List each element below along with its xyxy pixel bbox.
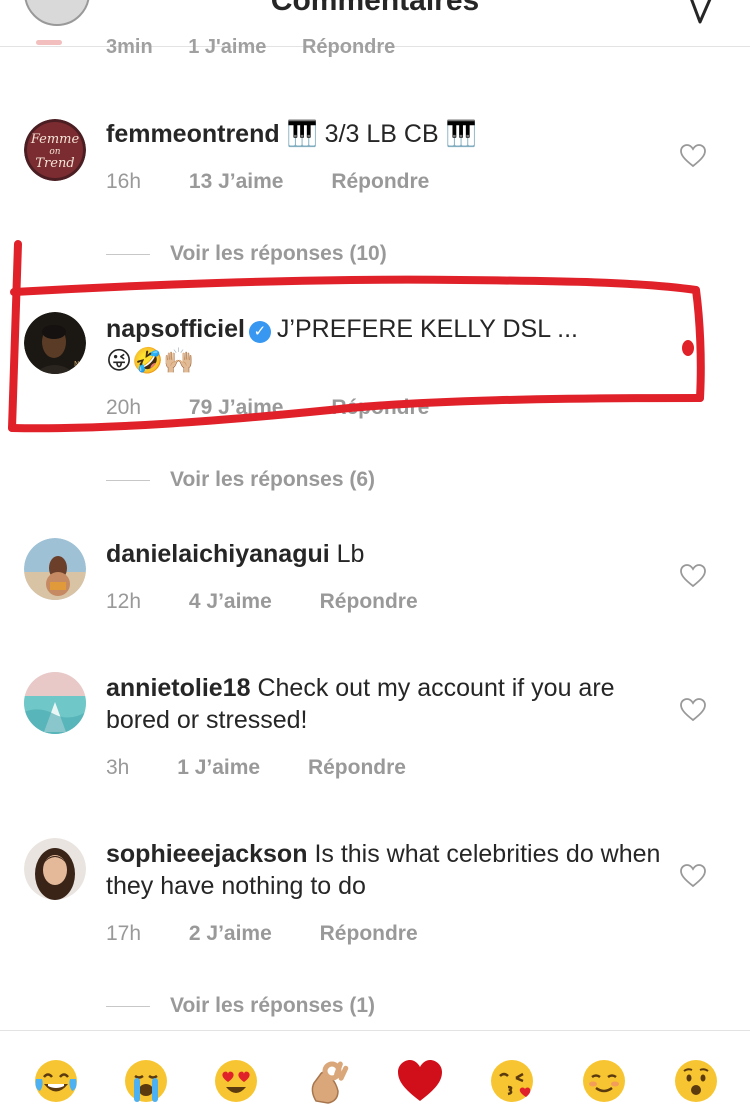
comment-meta: 20h 79 J’aime Répondre <box>106 396 471 420</box>
comment-meta: 12h 4 J’aime Répondre <box>106 590 460 614</box>
avatar-partial <box>36 40 62 45</box>
avatar-logo-text: Femme <box>30 132 80 147</box>
comment-meta: 17h 2 J’aime Répondre <box>106 922 460 946</box>
view-replies-label: Voir les réponses (6) <box>170 468 376 491</box>
comment-body: 🎹 3/3 LB CB 🎹 <box>286 120 477 148</box>
avatar[interactable]: NA <box>24 312 86 374</box>
comment-text: danielaichiyanagui Lb <box>106 538 666 570</box>
comment-time: 3min <box>106 36 153 58</box>
page-title: Commentaires <box>270 0 480 17</box>
anguished-face-emoji-icon[interactable] <box>672 1057 720 1105</box>
comment-text: sophieeejackson Is this what celebrities… <box>106 838 666 902</box>
comment-username[interactable]: femmeontrend <box>106 120 280 148</box>
loudly-crying-emoji-icon[interactable] <box>122 1057 170 1105</box>
comment-likes[interactable]: 1 J’aime <box>177 756 260 779</box>
comment-time: 20h <box>106 396 142 419</box>
heart-icon[interactable] <box>680 144 706 168</box>
reply-button[interactable]: Répondre <box>331 170 429 193</box>
comment-body: J’PREFERE KELLY DSL ... <box>276 315 578 343</box>
blowing-kiss-emoji-icon[interactable] <box>488 1057 536 1105</box>
comment-username[interactable]: annietolie18 <box>106 674 251 702</box>
comment-likes[interactable]: 2 J’aime <box>189 922 272 945</box>
verified-badge-icon: ✓ <box>248 321 271 343</box>
view-replies-link[interactable]: Voir les réponses (6) <box>106 468 375 492</box>
view-replies-link[interactable]: Voir les réponses (1) <box>106 994 375 1018</box>
avatar[interactable] <box>24 838 86 900</box>
comment-body: Lb <box>336 540 365 568</box>
avatar[interactable] <box>24 538 86 600</box>
reply-button[interactable]: Répondre <box>302 36 395 58</box>
view-replies-link[interactable]: Voir les réponses (10) <box>106 242 387 266</box>
comment-username[interactable]: sophieeejackson <box>106 840 307 868</box>
comment-likes[interactable]: 4 J’aime <box>189 590 272 613</box>
comment-username[interactable]: danielaichiyanagui <box>106 540 330 568</box>
send-icon[interactable] <box>686 0 716 26</box>
heart-icon[interactable] <box>680 864 706 888</box>
comment-likes[interactable]: 79 J’aime <box>189 396 284 419</box>
avatar[interactable]: Femme on Trend <box>24 119 86 181</box>
emoji-reaction-bar <box>0 1030 750 1116</box>
heart-eyes-emoji-icon[interactable] <box>212 1057 260 1105</box>
reply-button[interactable]: Répondre <box>308 756 406 779</box>
reply-button[interactable]: Répondre <box>320 590 418 613</box>
comment-meta: 16h 13 J’aime Répondre <box>106 170 471 194</box>
comment-username[interactable]: napsofficiel <box>106 315 245 343</box>
ok-hand-emoji-icon[interactable] <box>302 1057 350 1105</box>
avatar[interactable] <box>24 672 86 734</box>
replies-divider <box>106 253 150 255</box>
comment-likes[interactable]: 1 J'aime <box>188 36 266 58</box>
comments-screen: Commentaires 3min 1 J'aime Répondre Femm… <box>0 0 750 1116</box>
reply-button[interactable]: Répondre <box>320 922 418 945</box>
comment-text: femmeontrend 🎹 3/3 LB CB 🎹 <box>106 118 666 150</box>
comment-time: 17h <box>106 922 142 945</box>
replies-divider <box>106 1005 150 1007</box>
red-heart-emoji-icon[interactable] <box>396 1057 444 1105</box>
view-replies-label: Voir les réponses (10) <box>170 242 387 265</box>
comment-likes[interactable]: 13 J’aime <box>189 170 284 193</box>
avatar-logo-text: NA <box>74 360 84 368</box>
comment-text: napsofficiel ✓ J’PREFERE KELLY DSL ... 😜🤣🙌… <box>106 313 666 377</box>
heart-icon-covered <box>682 340 694 356</box>
replies-divider <box>106 479 150 481</box>
tears-of-joy-emoji-icon[interactable] <box>32 1057 80 1105</box>
comment-text: annietolie18 Check out my account if you… <box>106 672 666 736</box>
svg-text:Trend: Trend <box>35 156 74 171</box>
comment-meta-partial: 3min 1 J'aime Répondre <box>106 36 425 59</box>
smiling-face-emoji-icon[interactable] <box>580 1057 628 1105</box>
comment-emojis: 😜🤣🙌🏼 <box>106 347 195 375</box>
comment-time: 16h <box>106 170 142 193</box>
view-replies-label: Voir les réponses (1) <box>170 994 376 1017</box>
comment-time: 12h <box>106 590 142 613</box>
heart-icon[interactable] <box>680 698 706 722</box>
heart-icon[interactable] <box>680 564 706 588</box>
comment-meta: 3h 1 J’aime Répondre <box>106 756 448 780</box>
comment-time: 3h <box>106 756 130 779</box>
reply-button[interactable]: Répondre <box>331 396 429 419</box>
